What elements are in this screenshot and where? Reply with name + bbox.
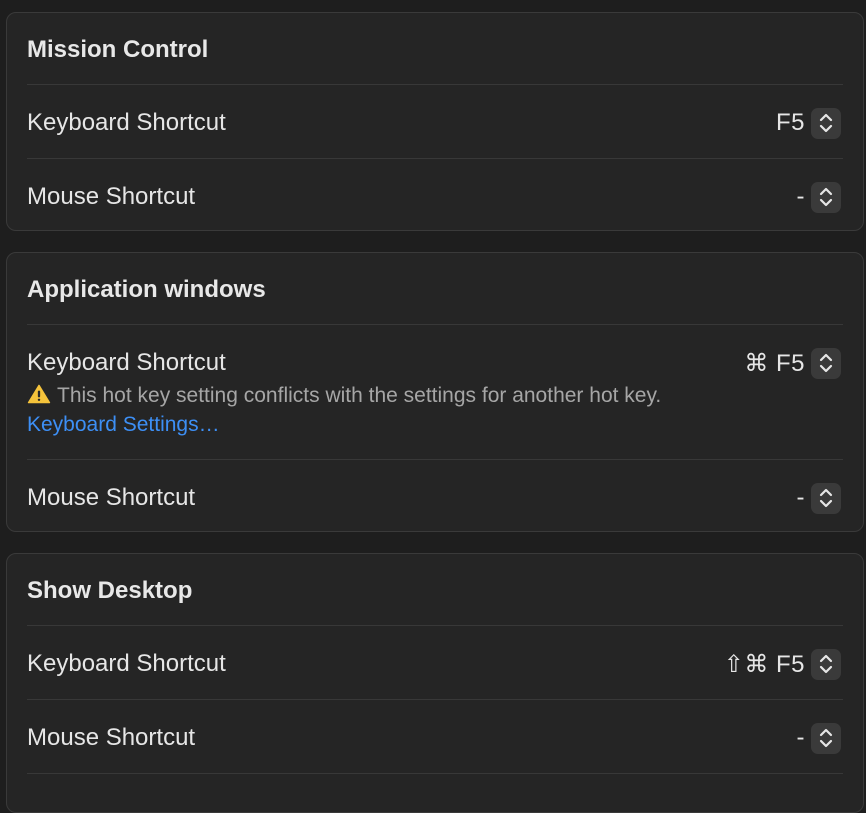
divider [27, 84, 843, 85]
application-windows-panel: Application windows Keyboard Shortcut ⌘ … [6, 252, 864, 532]
divider [27, 773, 843, 774]
section-title: Application windows [27, 276, 266, 303]
mouse-shortcut-label: Mouse Shortcut [27, 484, 196, 511]
keyboard-shortcut-popup[interactable]: ⇧⌘ F5 [724, 648, 841, 680]
shortcut-value: ⌘ F5 [744, 349, 805, 377]
shortcut-value: F5 [775, 109, 805, 136]
divider [27, 158, 843, 159]
divider [27, 699, 843, 700]
warning-message: This hot key setting conflicts with the … [57, 384, 662, 407]
mouse-shortcut-popup[interactable]: - [796, 181, 841, 213]
mission-control-panel: Mission Control Keyboard Shortcut F5 Mou… [6, 12, 864, 231]
up-down-chevron-icon[interactable] [811, 648, 841, 680]
mouse-shortcut-label: Mouse Shortcut [27, 183, 196, 210]
shortcut-value: - [796, 484, 805, 511]
up-down-chevron-icon[interactable] [811, 107, 841, 139]
up-down-chevron-icon[interactable] [811, 722, 841, 754]
keyboard-shortcut-label: Keyboard Shortcut [27, 109, 226, 136]
divider [27, 324, 843, 325]
mouse-shortcut-popup[interactable]: - [796, 722, 841, 754]
section-title: Show Desktop [27, 577, 193, 604]
shortcut-value: ⇧⌘ F5 [723, 650, 805, 678]
keyboard-settings-link[interactable]: Keyboard Settings… [27, 413, 220, 436]
conflict-warning: This hot key setting conflicts with the … [27, 381, 687, 439]
mouse-shortcut-label: Mouse Shortcut [27, 724, 196, 751]
show-desktop-panel: Show Desktop Keyboard Shortcut ⇧⌘ F5 Mou… [6, 553, 864, 813]
keyboard-shortcut-popup[interactable]: ⌘ F5 [744, 347, 841, 379]
divider [27, 459, 843, 460]
up-down-chevron-icon[interactable] [811, 347, 841, 379]
divider [27, 625, 843, 626]
keyboard-shortcut-label: Keyboard Shortcut [27, 349, 226, 376]
keyboard-shortcut-popup[interactable]: F5 [776, 107, 841, 139]
mouse-shortcut-popup[interactable]: - [796, 482, 841, 514]
up-down-chevron-icon[interactable] [811, 482, 841, 514]
section-title: Mission Control [27, 36, 209, 63]
shortcut-value: - [796, 183, 805, 210]
shortcut-value: - [796, 724, 805, 751]
up-down-chevron-icon[interactable] [811, 181, 841, 213]
warning-triangle-icon [27, 384, 51, 404]
keyboard-shortcut-label: Keyboard Shortcut [27, 650, 226, 677]
